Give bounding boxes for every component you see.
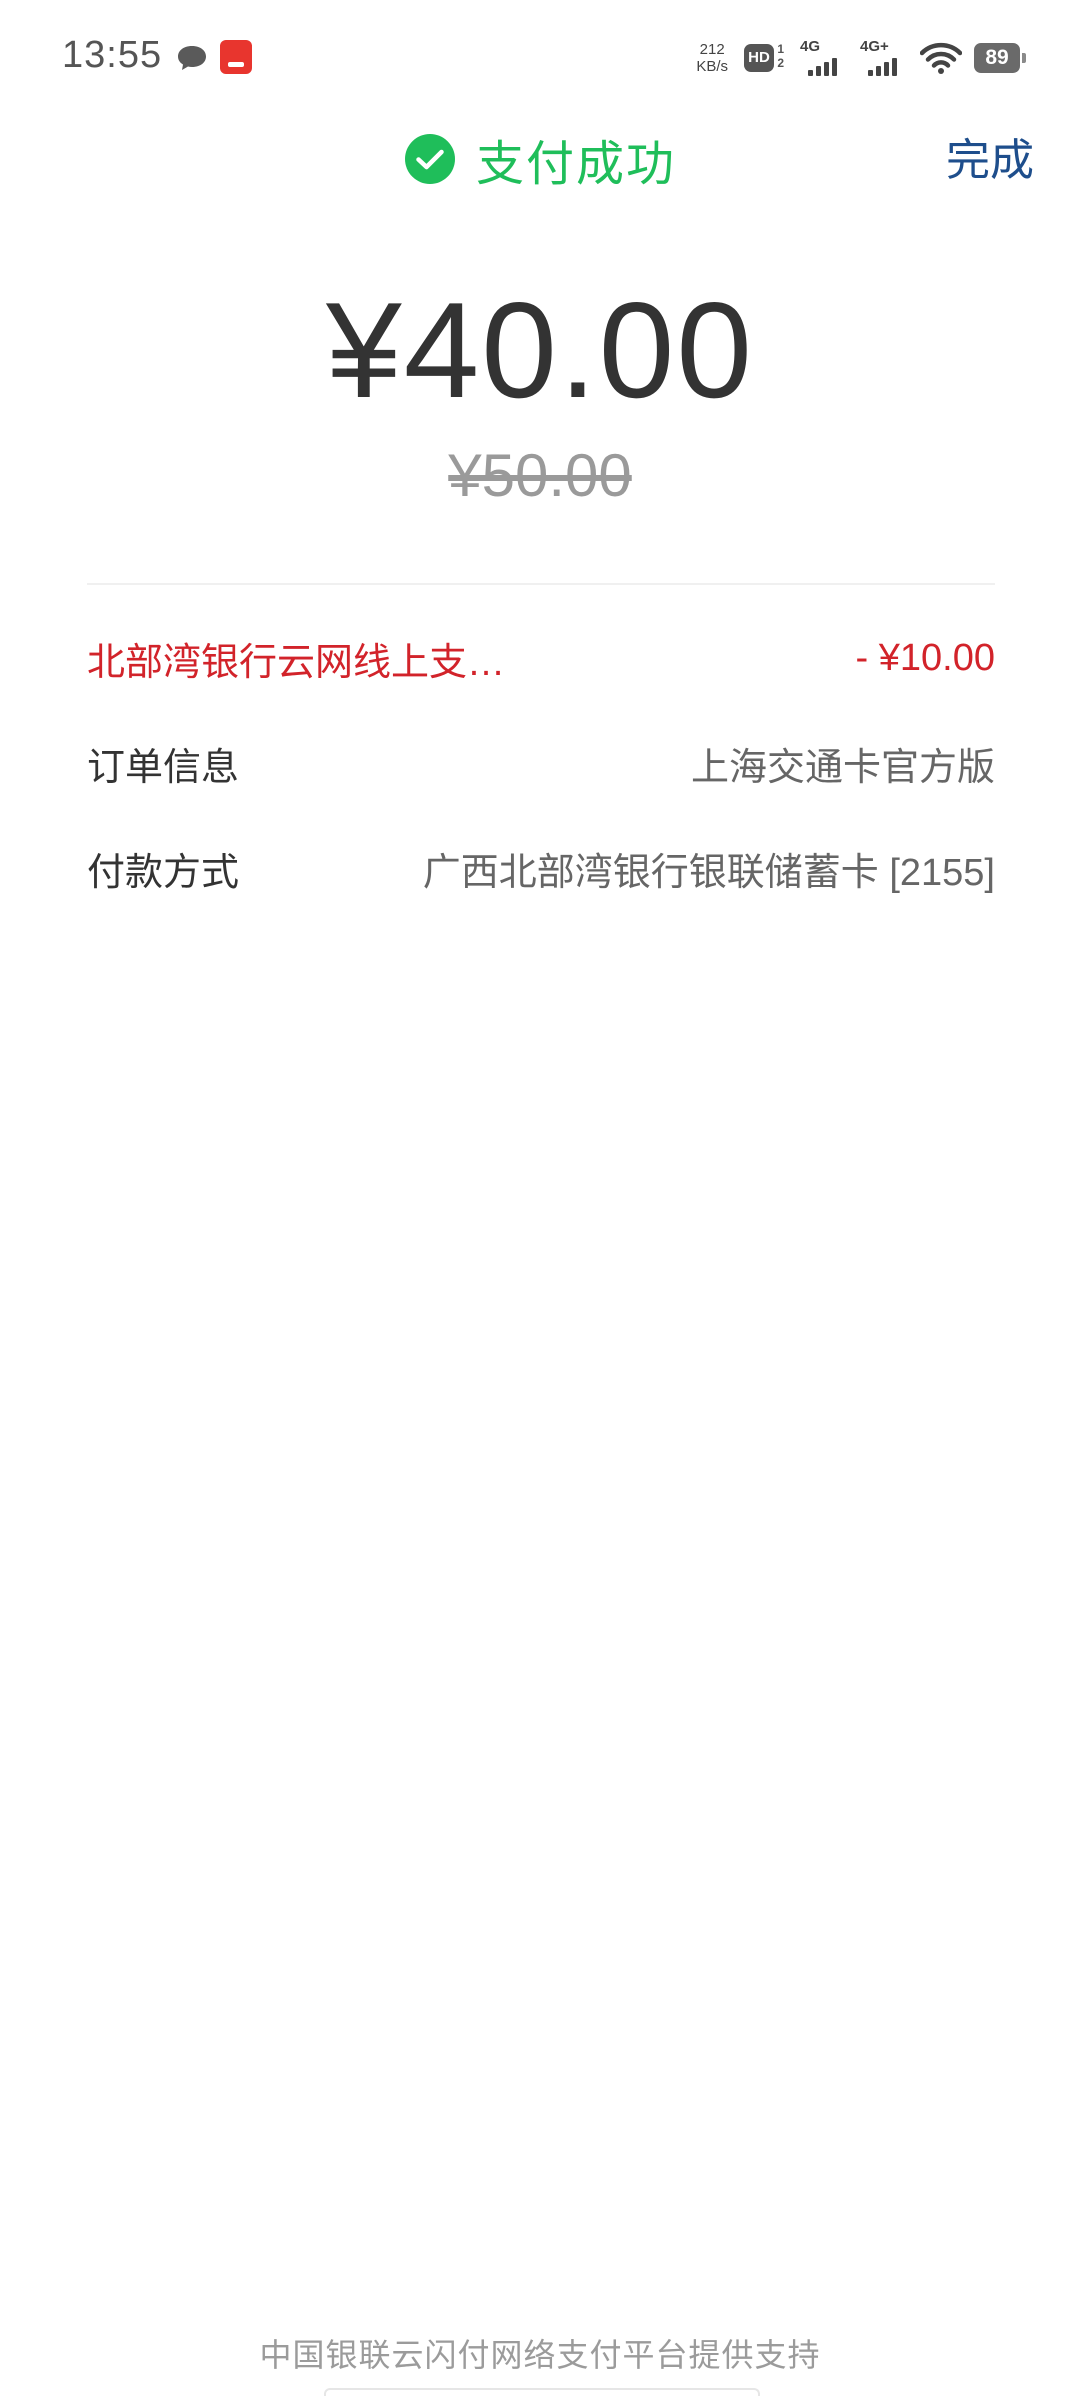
footer-support-text: 中国银联云闪付网络支付平台提供支持 [259, 2337, 821, 2373]
header: 支付成功 完成 [0, 110, 1080, 210]
status-time: 13:55 [62, 34, 163, 76]
signal-2-label: 4G+ [860, 38, 889, 55]
signal-bars-sim2 [868, 58, 897, 76]
order-info-row: 订单信息 上海交通卡官方版 [87, 733, 995, 793]
app-notification-icon [220, 40, 252, 74]
signal-1-label: 4G [800, 38, 821, 55]
payment-method-row: 付款方式 广西北部湾银行银联储蓄卡 [2155] [87, 838, 995, 898]
network-speed: 212 KB/s [696, 41, 728, 75]
payment-method-label: 付款方式 [87, 851, 240, 894]
discount-label: 北部湾银行云网线上支… [87, 641, 506, 684]
chat-bubble-icon [178, 46, 206, 70]
discount-row: 北部湾银行云网线上支… - ¥10.00 [87, 628, 995, 688]
page-title: 支付成功 [475, 138, 676, 191]
order-info-label: 订单信息 [87, 746, 240, 789]
signal-icon-sim1: 4G [800, 38, 844, 76]
network-speed-unit: KB/s [696, 58, 728, 75]
signal-bars-sim1 [808, 58, 837, 76]
battery-icon: 89 [974, 43, 1026, 73]
hd-sub-top: 1 [777, 42, 784, 56]
status-indicators: 212 KB/s HD 1 2 4G 4G+ 89 [696, 36, 1026, 80]
check-circle-icon [404, 134, 455, 184]
payment-success-screen: 13:55 212 KB/s HD 1 2 4G 4G+ 89 支付成功 完成 … [0, 0, 1080, 2400]
hd-sub-label: 1 2 [777, 42, 784, 70]
order-info-value: 上海交通卡官方版 [690, 746, 995, 789]
discount-value: - ¥10.00 [855, 636, 995, 679]
done-button[interactable]: 完成 [946, 124, 1034, 188]
divider [87, 583, 995, 585]
signal-icon-sim2: 4G+ [860, 38, 904, 76]
network-speed-value: 212 [699, 41, 725, 58]
hd-label: HD [744, 44, 774, 72]
hd-sub-bottom: 2 [777, 56, 784, 70]
hd-voice-icon: HD 1 2 [744, 42, 784, 74]
payment-status: 支付成功 [0, 124, 1080, 194]
battery-level: 89 [974, 43, 1020, 73]
status-bar: 13:55 212 KB/s HD 1 2 4G 4G+ 89 [0, 0, 1080, 110]
paid-amount: ¥40.00 [326, 274, 754, 426]
payment-method-value: 广西北部湾银行银联储蓄卡 [2155] [422, 851, 995, 894]
home-indicator[interactable] [324, 2388, 760, 2396]
wifi-icon [920, 42, 962, 74]
original-amount: ¥50.00 [448, 442, 632, 509]
